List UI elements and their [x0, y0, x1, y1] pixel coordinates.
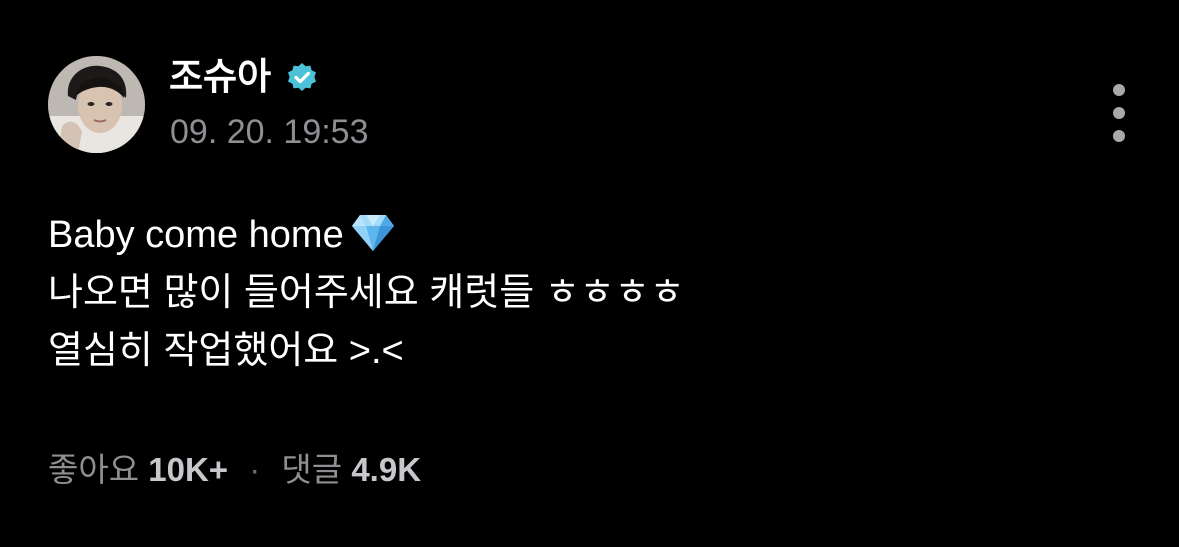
verified-badge-icon: [288, 63, 316, 91]
likes-stat[interactable]: 좋아요 10K+: [48, 451, 237, 488]
content-line-3: 열심히 작업했어요 >.<: [48, 330, 404, 372]
gem-stone-icon: [351, 215, 394, 251]
comments-count: 4.9K: [351, 451, 422, 488]
more-dot: [1113, 107, 1125, 119]
content-line-1: Baby come home: [48, 206, 1128, 264]
likes-count: 10K+: [148, 451, 229, 488]
more-dot: [1113, 84, 1125, 96]
content-line-1-text: Baby come home: [48, 214, 344, 256]
author-avatar[interactable]: [48, 56, 145, 153]
avatar-portrait-icon: [48, 56, 145, 153]
post-timestamp: 09. 20. 19:53: [170, 113, 369, 151]
author-name[interactable]: 조슈아: [169, 55, 271, 99]
comments-stat[interactable]: 댓글 4.9K: [281, 451, 421, 488]
stats-separator: ·: [249, 451, 261, 488]
comments-label: 댓글: [281, 451, 343, 488]
likes-label: 좋아요: [48, 451, 140, 488]
post-stats: 좋아요 10K+ · 댓글 4.9K: [48, 448, 421, 492]
more-dot: [1113, 130, 1125, 142]
post-card: 조슈아 09. 20. 19:53 Baby come home 나오면 많이 …: [0, 0, 1179, 547]
more-options-icon[interactable]: [1102, 84, 1136, 142]
content-line-2: 나오면 많이 들어주세요 캐럿들 ㅎㅎㅎㅎ: [48, 272, 685, 314]
post-content: Baby come home 나오면 많이 들어주세요 캐럿들 ㅎㅎㅎㅎ 열심히…: [48, 206, 1128, 380]
